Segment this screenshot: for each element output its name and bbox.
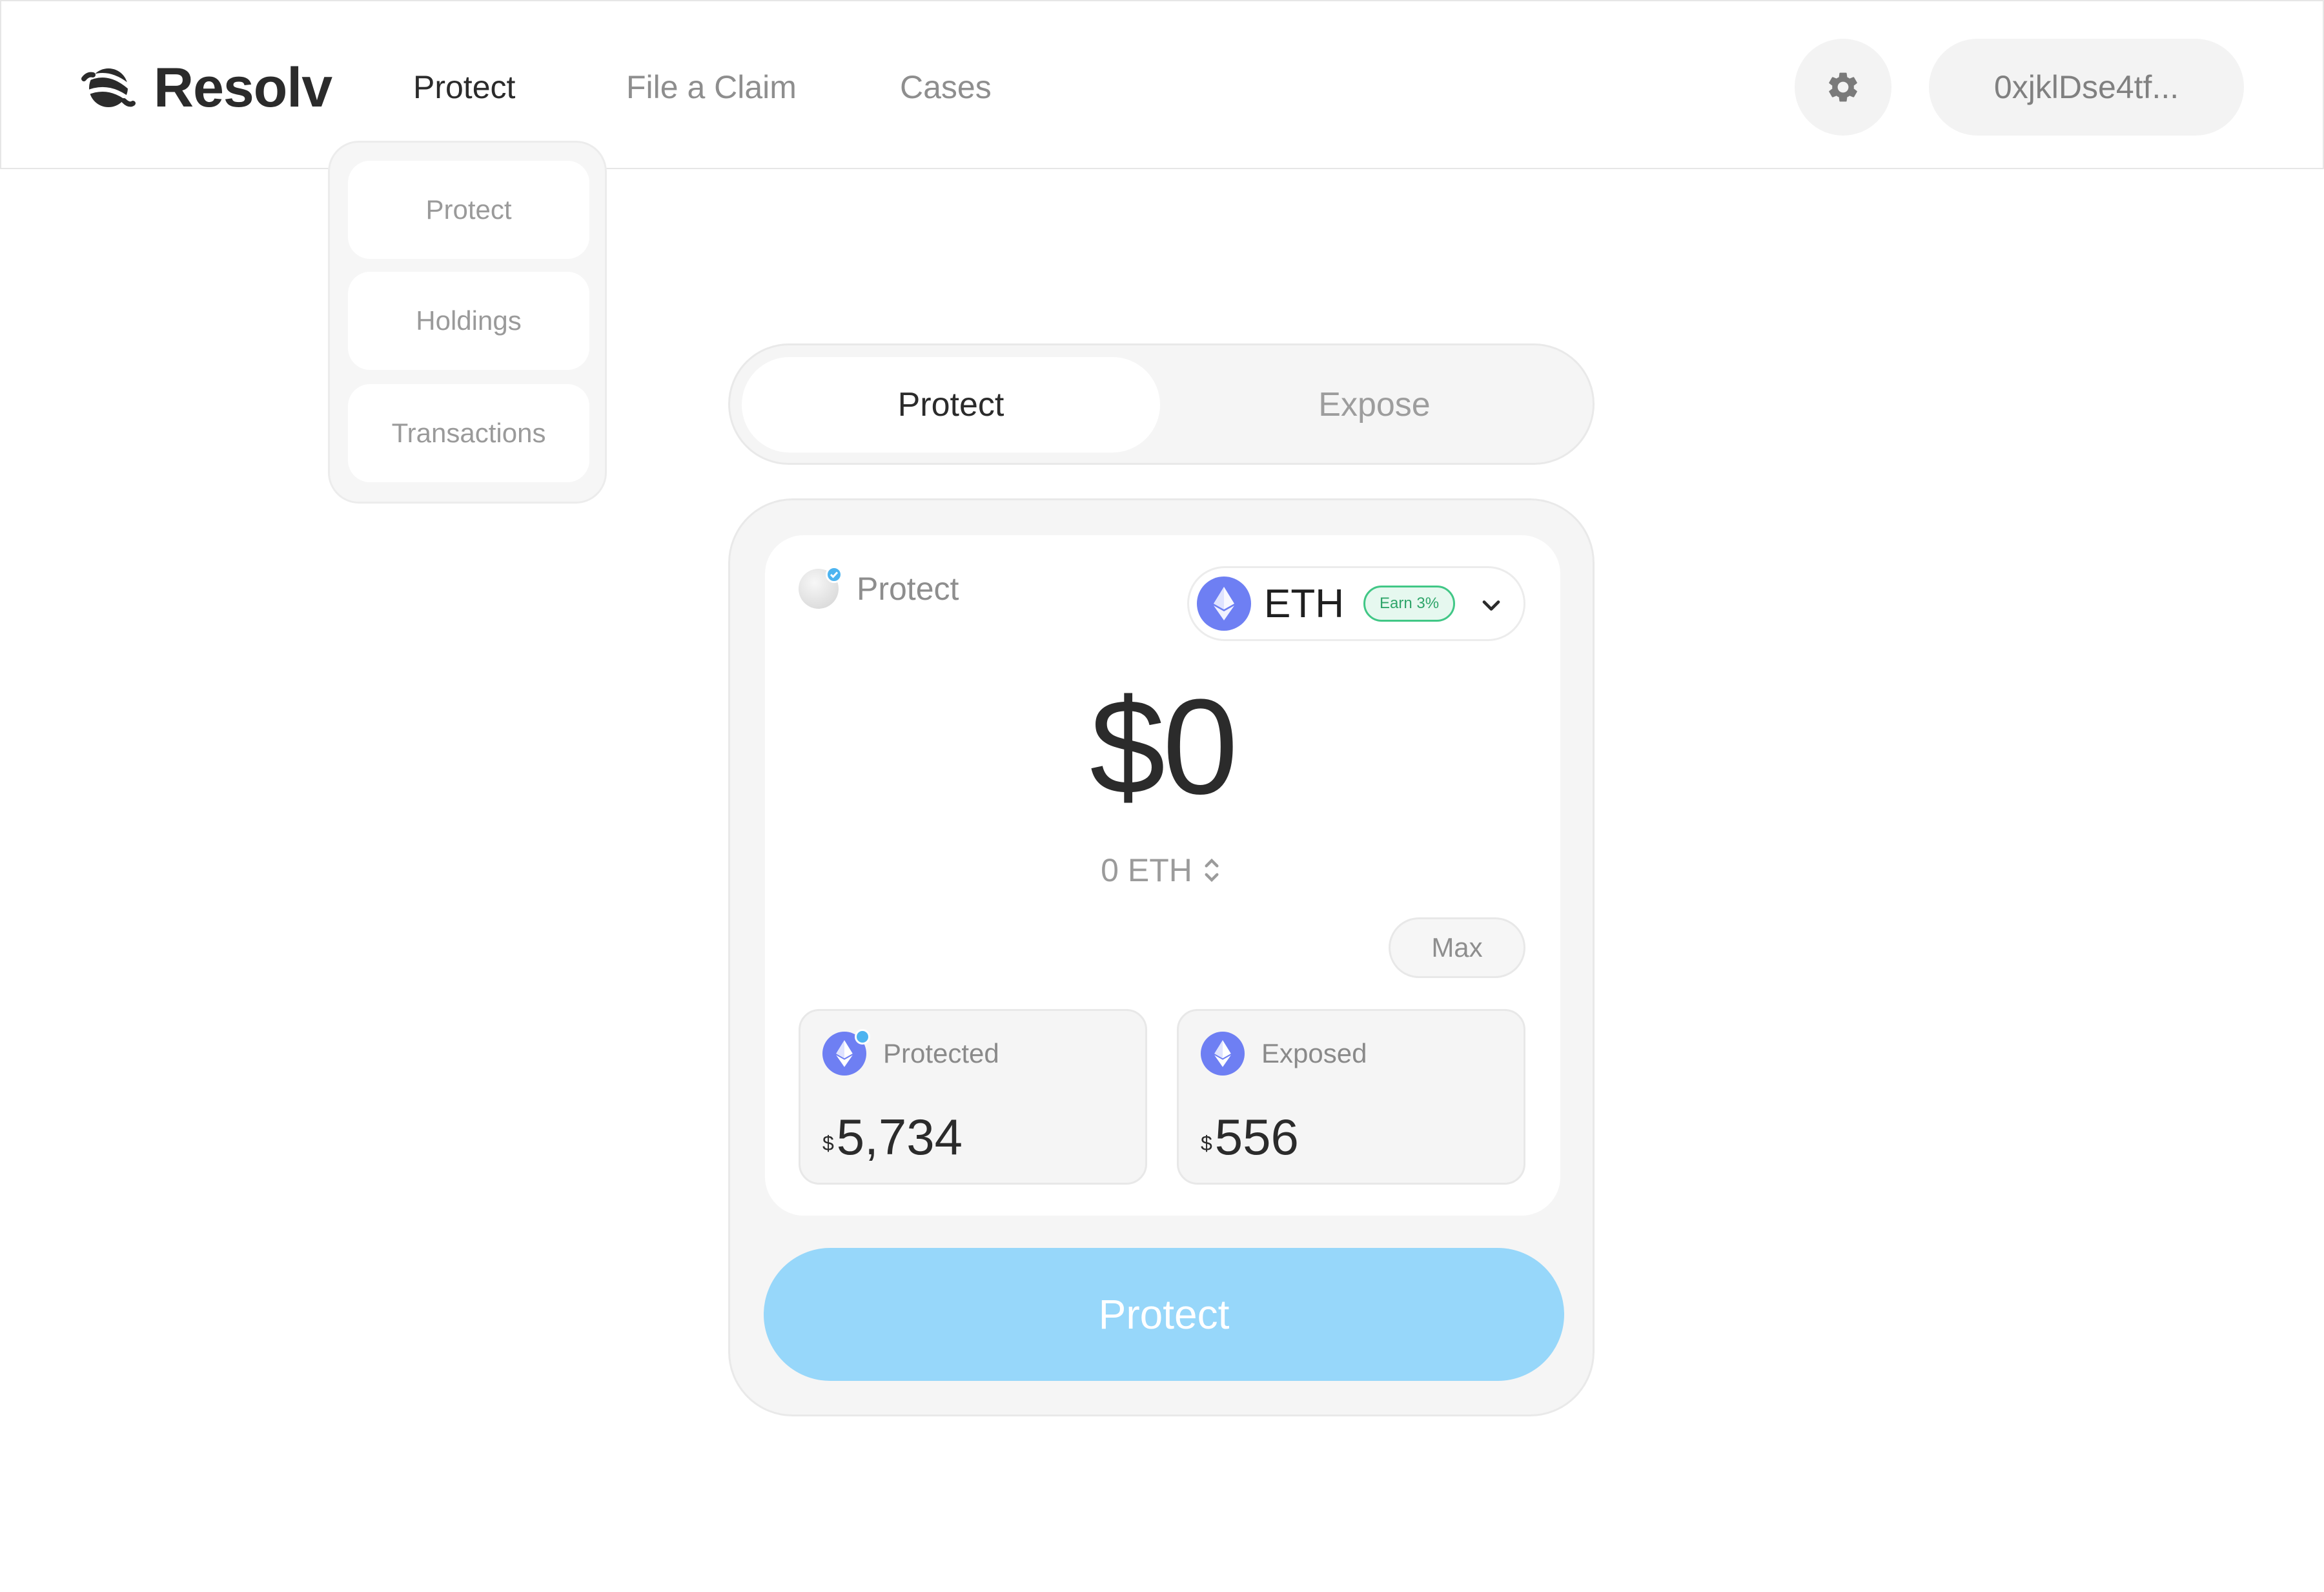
max-button[interactable]: Max [1389,917,1525,978]
settings-button[interactable] [1795,39,1891,136]
chevron-down-icon [1482,600,1500,611]
protected-stat-header: Protected [822,1029,999,1076]
ethereum-icon [1197,577,1251,631]
protected-value: $5,734 [822,1108,963,1166]
amount-usd[interactable]: $0 [765,676,1560,818]
brand-logo[interactable]: Resolv [81,57,332,119]
amount-panel: Protect ETH Earn 3% $0 0 ETH Max Protect… [765,535,1560,1216]
exposed-amount: 556 [1214,1108,1299,1165]
protect-submit-button[interactable]: Protect [764,1248,1564,1381]
brand-name: Resolv [154,57,332,119]
ethereum-icon [822,1029,870,1076]
earn-badge: Earn 3% [1363,586,1456,622]
exposed-label: Exposed [1261,1038,1367,1068]
nav-protect[interactable]: Protect [413,66,515,108]
asset-selector[interactable]: ETH Earn 3% [1187,566,1525,641]
submenu-item-protect[interactable]: Protect [348,161,589,259]
section-header: Protect [799,566,959,609]
resolv-logo-icon [81,68,136,107]
toggle-protect[interactable]: Protect [742,357,1160,453]
swap-units-icon [1205,858,1219,883]
verified-check-icon [855,1029,870,1045]
exposed-value: $556 [1201,1108,1299,1166]
asset-symbol: ETH [1264,581,1344,626]
protect-submenu: Protect Holdings Transactions [328,141,607,504]
protected-label: Protected [883,1038,999,1068]
token-amount-row[interactable]: 0 ETH [765,852,1560,889]
currency-symbol: $ [822,1132,834,1155]
protected-amount: 5,734 [836,1108,963,1165]
exposed-stat-header: Exposed [1201,1032,1367,1076]
nav-file-claim[interactable]: File a Claim [626,66,797,108]
section-label: Protect [857,571,959,607]
ethereum-icon [1201,1032,1245,1076]
protected-coin-icon [799,566,842,609]
protect-card: Protect ETH Earn 3% $0 0 ETH Max Protect… [728,498,1595,1416]
nav-cases[interactable]: Cases [900,66,992,108]
toggle-expose[interactable]: Expose [1165,357,1584,453]
wallet-address-button[interactable]: 0xjklDse4tf... [1929,39,2244,136]
amount-token: 0 ETH [1101,852,1192,888]
currency-symbol: $ [1201,1132,1212,1155]
submenu-item-holdings[interactable]: Holdings [348,272,589,370]
protected-stat: Protected $5,734 [799,1009,1147,1185]
verified-check-icon [826,566,842,583]
exposed-stat: Exposed $556 [1177,1009,1525,1185]
submenu-item-transactions[interactable]: Transactions [348,384,589,482]
gear-icon [1829,72,1857,102]
mode-toggle: Protect Expose [728,343,1595,465]
